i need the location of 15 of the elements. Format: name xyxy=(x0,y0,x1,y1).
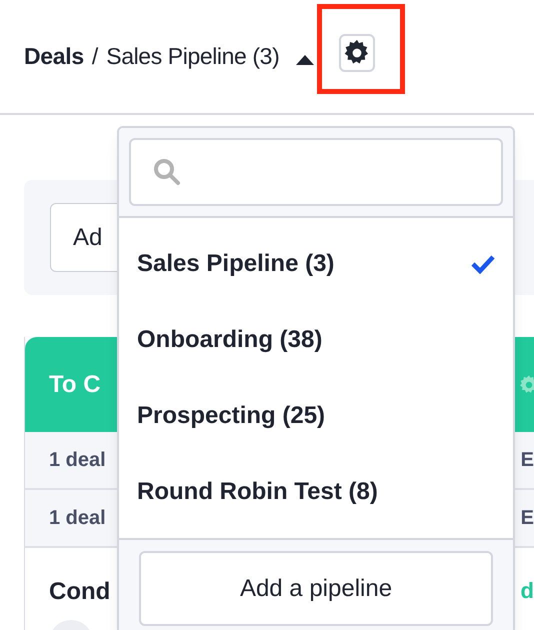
currency-text: E xyxy=(520,448,534,473)
deal-count: 1 deal xyxy=(49,448,106,473)
menu-item[interactable]: Prospecting (25) xyxy=(119,378,513,454)
menu-item[interactable]: Sales Pipeline (3) xyxy=(119,226,513,302)
column-title: To C xyxy=(49,370,101,400)
breadcrumb-separator: / xyxy=(92,42,98,72)
add-pipeline-button[interactable]: Add a pipeline xyxy=(139,551,493,626)
menu-item[interactable]: Round Robin Test (8) xyxy=(119,454,513,530)
deal-value: d xyxy=(520,577,534,605)
menu-item[interactable]: Onboarding (38) xyxy=(119,302,513,378)
deal-title: Cond xyxy=(49,577,110,607)
breadcrumb-title: Sales Pipeline (3) xyxy=(106,42,280,72)
deal-count: 1 deal xyxy=(49,506,106,531)
currency-text: E xyxy=(520,506,534,531)
breadcrumb-link[interactable]: Deals xyxy=(24,39,84,74)
